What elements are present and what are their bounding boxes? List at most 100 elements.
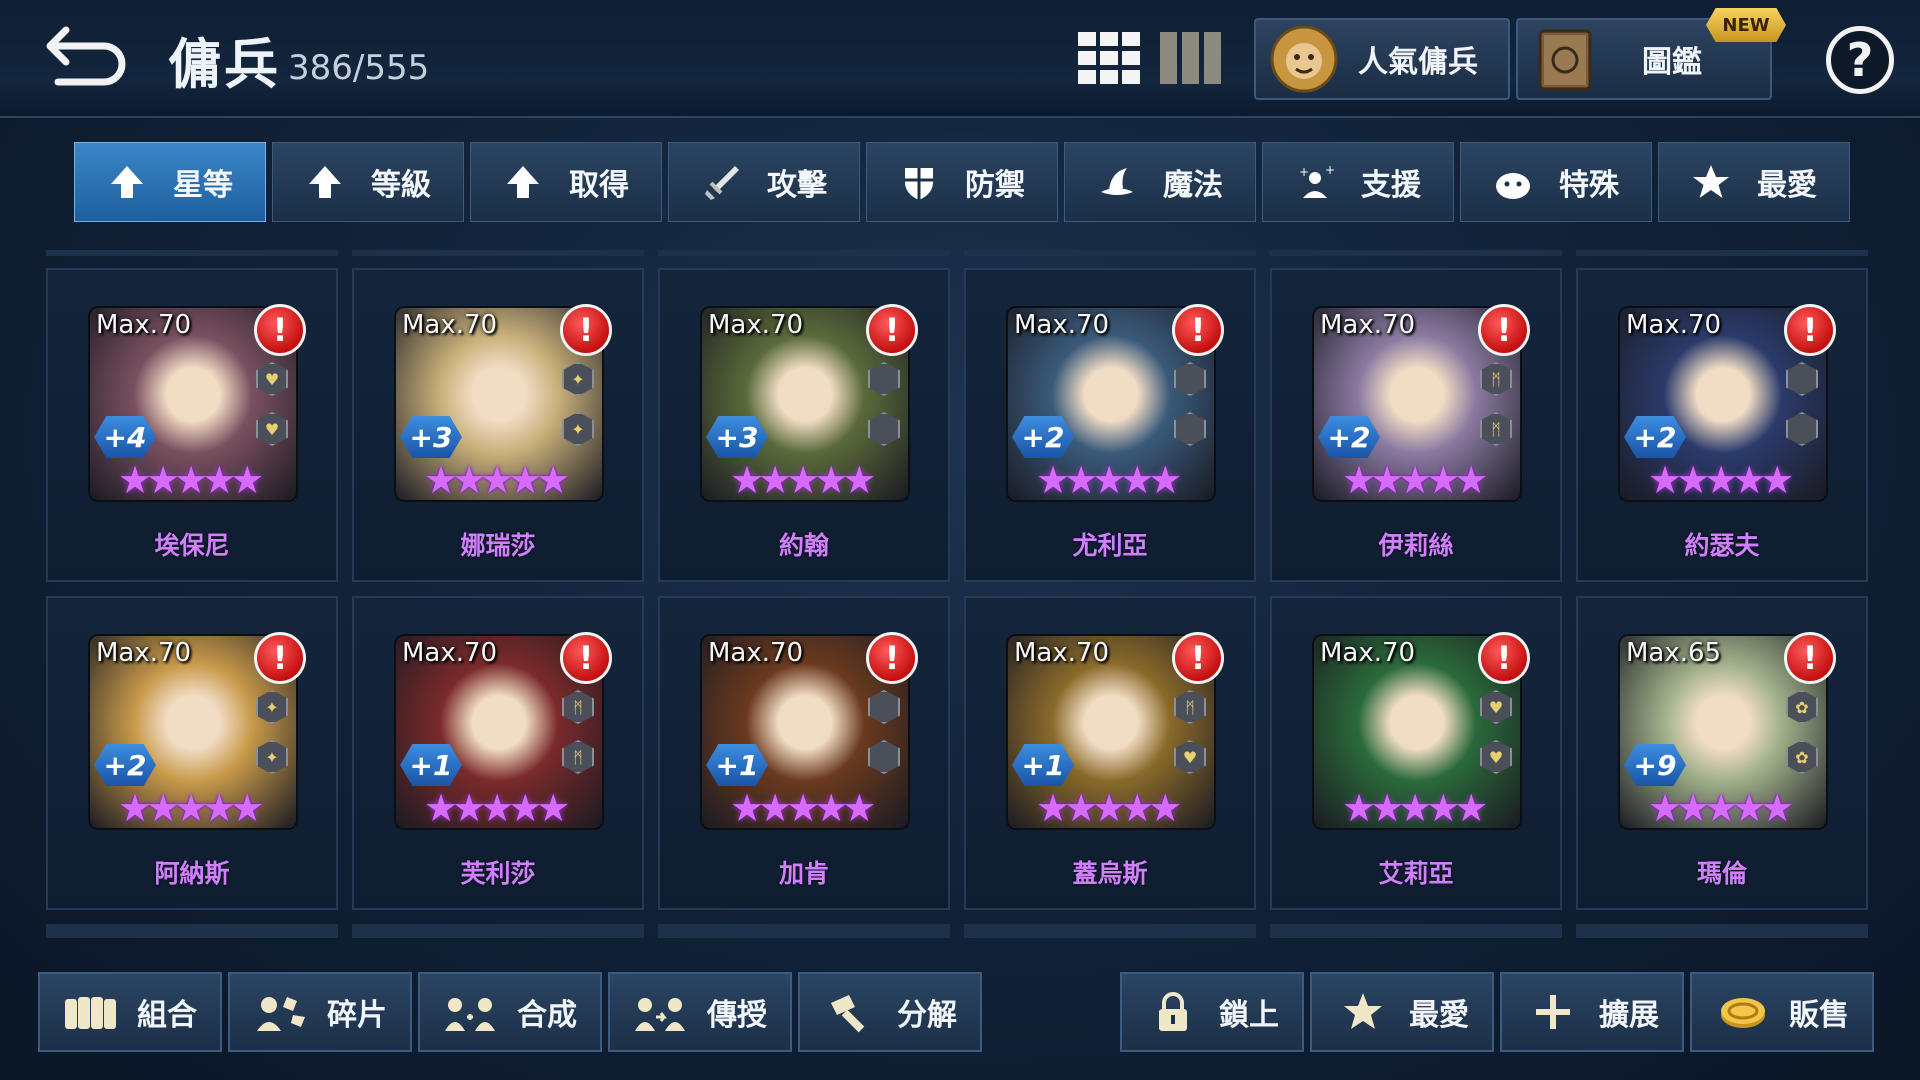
alert-badge: ! <box>1478 632 1530 684</box>
enhance-level: +3 <box>400 416 462 458</box>
mercenary-card[interactable]: Max.70 ! ✦ ✦ +3 ★★★★★ 娜瑞莎 <box>352 268 644 582</box>
max-level: Max.70 <box>1014 310 1110 340</box>
mercenary-card[interactable]: Max.70 ! ᛗ ᛗ +1 ★★★★★ 芙利莎 <box>352 596 644 910</box>
alert-badge: ! <box>1172 632 1224 684</box>
max-level: Max.70 <box>402 310 498 340</box>
mercenary-name: 瑪倫 <box>1696 859 1747 888</box>
partial-row-below <box>352 924 644 938</box>
star-rating: ★★★★★ <box>118 458 264 502</box>
partial-row-above <box>352 250 644 256</box>
mercenary-card[interactable]: Max.70 ! +2 ★★★★★ 尤利亞 <box>964 268 1256 582</box>
alert-badge: ! <box>1478 304 1530 356</box>
popular-mercenary-button[interactable]: 人氣傭兵 <box>1254 18 1510 100</box>
sell-button[interactable]: 販售 <box>1690 972 1874 1052</box>
support-icon: + + <box>1299 163 1335 198</box>
tab-star-grade[interactable]: 星等 <box>74 142 266 222</box>
partial-row-above <box>1270 250 1562 256</box>
mercenary-name: 加肯 <box>778 859 829 888</box>
partial-row-below <box>658 924 950 938</box>
mercenary-name: 埃保尼 <box>154 531 230 560</box>
dismantle-button[interactable]: 分解 <box>798 972 982 1052</box>
mercenary-card[interactable]: Max.65 ! ✿ ✿ +9 ★★★★★ 瑪倫 <box>1576 596 1868 910</box>
enhance-level: +4 <box>94 416 156 458</box>
back-arrow-icon <box>46 26 126 86</box>
popular-mercenary-label: 人氣傭兵 <box>1358 45 1478 80</box>
mercenary-card[interactable]: Max.70 ! ᛗ ♥ +1 ★★★★★ 蓋烏斯 <box>964 596 1256 910</box>
favorite-button[interactable]: 最愛 <box>1310 972 1494 1052</box>
tab-special[interactable]: 特殊 <box>1460 142 1652 222</box>
expand-button[interactable]: 擴展 <box>1500 972 1684 1052</box>
lock-button[interactable]: 鎖上 <box>1120 972 1304 1052</box>
mercenary-card[interactable]: Max.70 ! ♥ ♥ ★★★★★ 艾莉亞 <box>1270 596 1562 910</box>
enhance-level: +3 <box>706 416 768 458</box>
max-level: Max.70 <box>708 310 804 340</box>
tab-label: 支援 <box>1361 168 1421 203</box>
help-button[interactable]: ? <box>1826 26 1894 94</box>
tab-support[interactable]: + + 支援 <box>1262 142 1454 222</box>
alert-badge: ! <box>1784 632 1836 684</box>
partial-row-above <box>658 250 950 256</box>
partial-row-below <box>964 924 1256 938</box>
enhance-level: +1 <box>706 744 768 786</box>
column-view-button[interactable] <box>1160 32 1222 84</box>
enhance-level: +2 <box>1318 416 1380 458</box>
enhance-level: +2 <box>1624 416 1686 458</box>
star-icon <box>1344 993 1382 1029</box>
column-view-icon <box>1160 32 1221 84</box>
svg-text:+: + <box>1325 163 1335 177</box>
partial-row-below <box>1576 924 1868 938</box>
mercenary-name: 尤利亞 <box>1072 531 1148 560</box>
mercenary-count: 386/555 <box>288 48 430 88</box>
mercenary-card[interactable]: Max.70 ! ♥ ♥ +4 ★★★★★ 埃保尼 <box>46 268 338 582</box>
tab-label: 魔法 <box>1163 168 1223 203</box>
star-rating: ★★★★★ <box>424 786 570 830</box>
gold-coin-icon <box>1721 998 1765 1028</box>
page-title: 傭兵 <box>168 33 280 96</box>
fragments-label: 碎片 <box>327 998 387 1033</box>
mercenary-card[interactable]: Max.70 ! +3 ★★★★★ 約翰 <box>658 268 950 582</box>
star-rating: ★★★★★ <box>1342 458 1488 502</box>
star-rating: ★★★★★ <box>1648 458 1794 502</box>
combine-label: 組合 <box>137 998 197 1033</box>
star-rating: ★★★★★ <box>1036 786 1182 830</box>
mercenary-card[interactable]: Max.70 ! ᛗ ᛗ +2 ★★★★★ 伊莉絲 <box>1270 268 1562 582</box>
tab-label: 攻擊 <box>767 168 827 203</box>
enhance-level: +1 <box>400 744 462 786</box>
tab-magic[interactable]: 魔法 <box>1064 142 1256 222</box>
arrow-up-icon <box>309 166 341 198</box>
synthesize-label: 合成 <box>517 998 577 1033</box>
tab-favorite[interactable]: 最愛 <box>1658 142 1850 222</box>
dismantle-label: 分解 <box>897 998 957 1033</box>
tab-label: 等級 <box>371 168 431 203</box>
special-icon <box>1496 173 1530 199</box>
tab-label: 星等 <box>173 168 233 203</box>
svg-text:+: + <box>1299 165 1309 179</box>
tab-acquired[interactable]: 取得 <box>470 142 662 222</box>
star-rating: ★★★★★ <box>1648 786 1794 830</box>
arrow-up-icon <box>111 166 143 198</box>
mercenary-name: 蓋烏斯 <box>1072 859 1148 888</box>
back-button[interactable] <box>44 22 130 88</box>
new-badge: NEW <box>1706 8 1786 42</box>
enhance-level: +2 <box>1012 416 1074 458</box>
tab-defense[interactable]: 防禦 <box>866 142 1058 222</box>
alert-badge: ! <box>254 632 306 684</box>
mercenary-card[interactable]: Max.70 ! +2 ★★★★★ 約瑟夫 <box>1576 268 1868 582</box>
plus-icon <box>1536 995 1570 1029</box>
tab-level[interactable]: 等級 <box>272 142 464 222</box>
tab-attack[interactable]: 攻擊 <box>668 142 860 222</box>
enhance-level: +1 <box>1012 744 1074 786</box>
mercenary-card[interactable]: Max.70 ! ✦ ✦ +2 ★★★★★ 阿納斯 <box>46 596 338 910</box>
synthesize-button[interactable]: 合成 <box>418 972 602 1052</box>
fragments-button[interactable]: 碎片 <box>228 972 412 1052</box>
transfer-button[interactable]: 傳授 <box>608 972 792 1052</box>
synthesize-icon <box>445 998 495 1031</box>
mercenary-card[interactable]: Max.70 ! +1 ★★★★★ 加肯 <box>658 596 950 910</box>
star-rating: ★★★★★ <box>424 458 570 502</box>
combine-button[interactable]: 組合 <box>38 972 222 1052</box>
max-level: Max.70 <box>1320 310 1416 340</box>
star-rating: ★★★★★ <box>1036 458 1182 502</box>
mercenary-name: 艾莉亞 <box>1378 859 1454 888</box>
lion-emblem-icon <box>1270 25 1338 93</box>
grid-view-button[interactable] <box>1078 32 1140 84</box>
